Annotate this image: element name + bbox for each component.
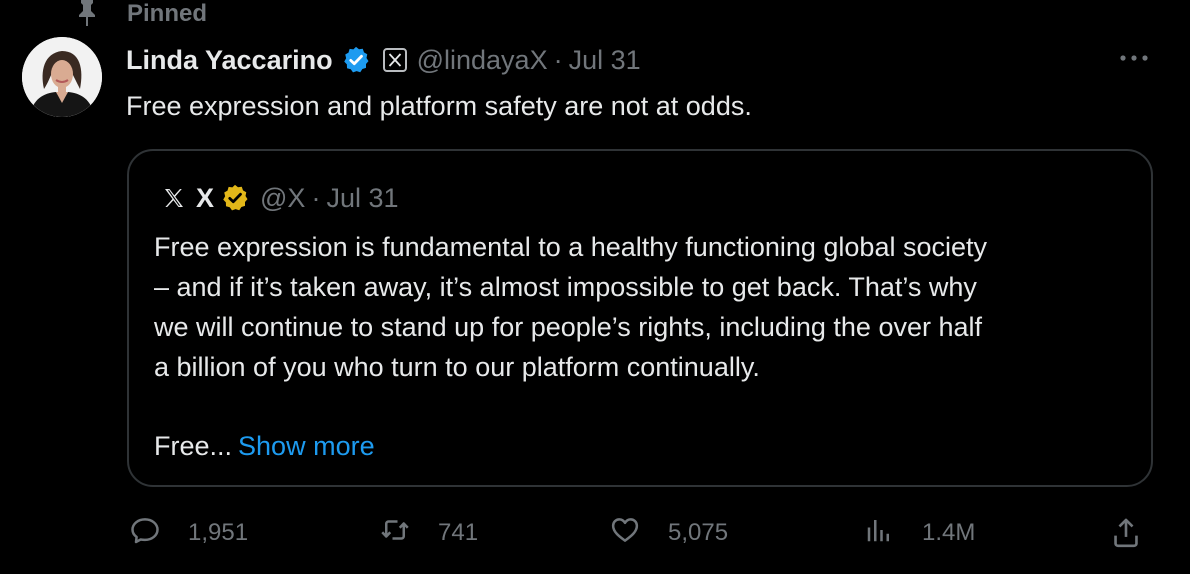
views-count: 1.4M: [922, 519, 976, 546]
repost-count: 741: [438, 519, 479, 546]
like-count: 5,075: [668, 519, 729, 546]
quote-truncated-text: Free...: [154, 431, 233, 461]
tweet-date[interactable]: Jul 31: [569, 45, 641, 76]
show-more-link[interactable]: Show more: [238, 431, 375, 461]
reply-icon: [130, 515, 160, 552]
views-icon: [864, 515, 894, 552]
repost-icon: [380, 515, 410, 552]
quote-header: X @X · Jul 31: [162, 181, 399, 215]
x-logo-icon: [162, 186, 186, 210]
avatar[interactable]: [22, 37, 102, 117]
share-icon[interactable]: [1110, 516, 1142, 550]
quoted-post-card[interactable]: X @X · Jul 31 Free expression is fundame…: [127, 149, 1153, 487]
pinned-indicator: Pinned: [75, 0, 207, 28]
quote-author-name[interactable]: X: [196, 183, 214, 214]
tweet-header: Linda Yaccarino @lindayaX · Jul 31: [126, 40, 641, 80]
affiliate-x-badge[interactable]: [382, 48, 407, 72]
pinned-label: Pinned: [127, 0, 208, 27]
quote-text-line: – and if it’s taken away, it’s almost im…: [154, 272, 977, 302]
verified-icon: [341, 45, 371, 75]
heart-icon: [610, 515, 640, 552]
author-handle[interactable]: @lindayaX: [417, 45, 548, 76]
quote-text: Free expression is fundamental to a heal…: [154, 227, 1144, 387]
reply-count: 1,951: [188, 519, 249, 546]
quote-author-handle[interactable]: @X: [260, 183, 305, 214]
reply-button[interactable]: 1,951: [130, 513, 248, 553]
more-icon[interactable]: [1116, 44, 1152, 72]
quote-text-line: we will continue to stand up for people’…: [154, 312, 982, 342]
author-name[interactable]: Linda Yaccarino: [126, 45, 333, 76]
tweet-text: Free expression and platform safety are …: [126, 91, 752, 121]
quote-truncated: Free... Show more: [154, 426, 375, 466]
quote-separator-dot: ·: [311, 182, 321, 213]
quote-text-line: Free expression is fundamental to a heal…: [154, 232, 987, 262]
pin-icon: [75, 0, 99, 28]
like-button[interactable]: 5,075: [610, 513, 728, 553]
quote-text-line: a billion of you who turn to our platfor…: [154, 352, 760, 382]
quote-date[interactable]: Jul 31: [326, 183, 398, 214]
gold-verified-icon: [220, 183, 250, 213]
separator-dot: ·: [553, 44, 563, 75]
repost-button[interactable]: 741: [380, 513, 478, 553]
views-button[interactable]: 1.4M: [864, 513, 975, 553]
